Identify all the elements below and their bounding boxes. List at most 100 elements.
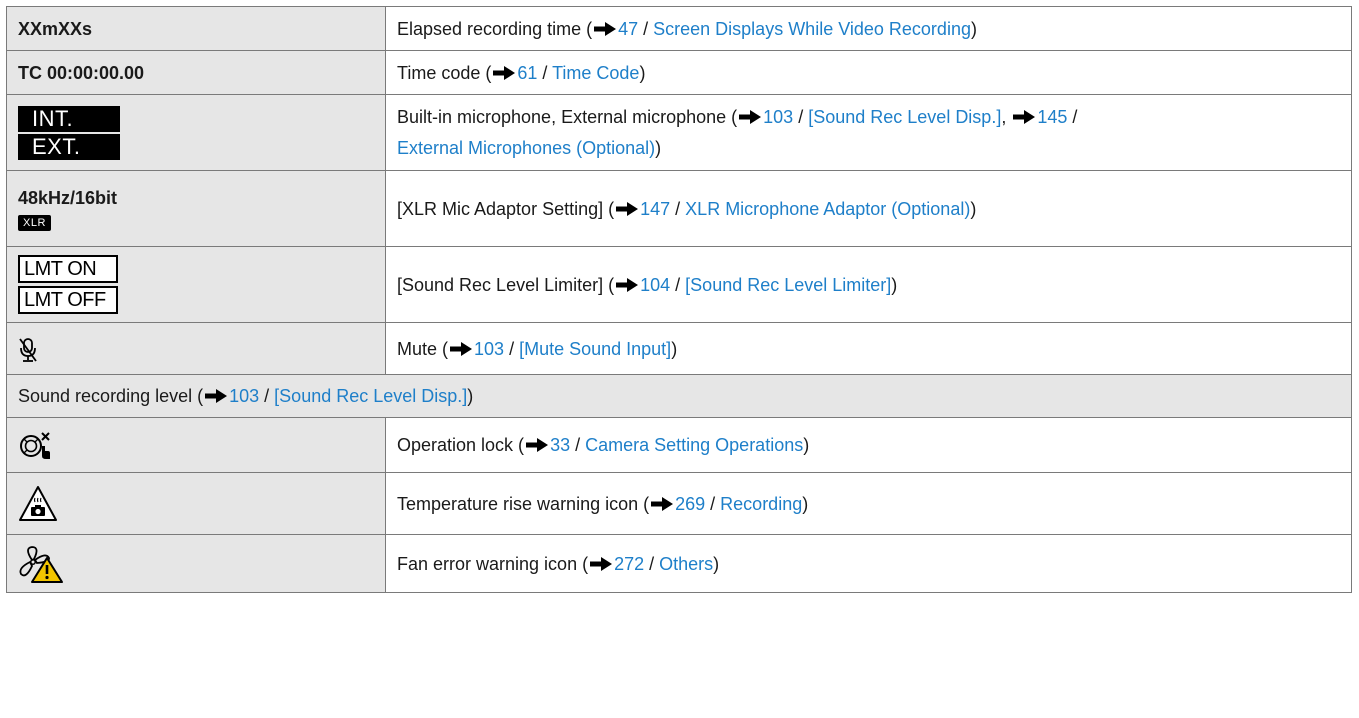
description-text: [Sound Rec Level Limiter] ( <box>397 274 615 295</box>
separator: / <box>638 18 654 39</box>
table-row: Temperature rise warning icon ( 269 / Rec… <box>6 472 1352 535</box>
page-link[interactable]: 47 <box>618 19 638 39</box>
section-link[interactable]: Camera Setting Operations <box>585 435 803 455</box>
icon-cell <box>6 417 386 473</box>
reference-table: XXmXXs Elapsed recording time ( 47 / Scre… <box>6 6 1352 593</box>
description-cell: Temperature rise warning icon ( 269 / Rec… <box>385 472 1352 535</box>
icon-cell <box>6 322 386 375</box>
arrow-right-icon <box>450 342 472 356</box>
closing-paren: ) <box>467 386 474 406</box>
closing-paren: ) <box>713 553 720 574</box>
fan-error-warning-icon <box>19 545 63 583</box>
arrow-right-icon <box>590 557 612 571</box>
table-row: 48kHz/16bit XLR [XLR Mic Adaptor Setting… <box>6 170 1352 247</box>
table-row: XXmXXs Elapsed recording time ( 47 / Scre… <box>6 6 1352 51</box>
page-link[interactable]: 103 <box>763 107 793 127</box>
section-link[interactable]: Others <box>659 554 713 574</box>
section-link[interactable]: External Microphones (Optional) <box>397 138 655 158</box>
arrow-right-icon <box>526 438 548 452</box>
table-row: Fan error warning icon (272 / Others) <box>6 534 1352 593</box>
table-row: INT. EXT. Built-in microphone, External … <box>6 94 1352 171</box>
closing-paren: ) <box>639 62 646 83</box>
section-link[interactable]: Time Code <box>552 63 639 83</box>
description-cell: [XLR Mic Adaptor Setting] ( 147 / XLR Mic… <box>385 170 1352 247</box>
description-text: Mute ( <box>397 338 449 359</box>
table-row: Mute ( 103 / [Mute Sound Input]) <box>6 322 1352 375</box>
operation-lock-icon <box>20 431 50 459</box>
description-text: Fan error warning icon ( <box>397 553 589 574</box>
limiter-on-indicator: LMT ON <box>18 255 118 283</box>
full-width-cell: Sound recording level ( 103 / [Sound Rec … <box>6 374 1352 418</box>
closing-paren: ) <box>970 18 977 39</box>
table-row: Operation lock (33 / Camera Setting Oper… <box>6 417 1352 473</box>
table-row: LMT ON LMT OFF [Sound Rec Level Limiter]… <box>6 246 1352 323</box>
icon-cell <box>6 534 386 593</box>
section-link[interactable]: [Sound Rec Level Limiter] <box>685 275 891 295</box>
time-code-indicator: TC 00:00:00.00 <box>18 62 145 83</box>
arrow-right-icon <box>616 202 638 216</box>
mic-mute-icon <box>19 337 37 362</box>
elapsed-time-indicator: XXmXXs <box>18 18 93 39</box>
description-text: [XLR Mic Adaptor Setting] ( <box>397 198 615 219</box>
external-mic-indicator: EXT. <box>18 133 120 160</box>
separator: / <box>1067 106 1078 127</box>
description-cell: Mute ( 103 / [Mute Sound Input]) <box>385 322 1352 375</box>
arrow-right-icon <box>493 66 515 80</box>
internal-mic-indicator: INT. <box>18 105 120 132</box>
description-cell: Operation lock (33 / Camera Setting Oper… <box>385 417 1352 473</box>
description-cell: Time code ( 61 / Time Code) <box>385 50 1352 95</box>
arrow-right-icon <box>739 110 761 124</box>
icon-cell <box>6 472 386 535</box>
description-cell: Elapsed recording time ( 47 / Screen Disp… <box>385 6 1352 51</box>
arrow-right-icon <box>205 389 227 403</box>
section-link[interactable]: Screen Displays While Video Recording <box>653 19 971 39</box>
closing-paren: ) <box>970 198 977 219</box>
page-link[interactable]: 61 <box>517 63 537 83</box>
section-link[interactable]: [Sound Rec Level Disp.] <box>808 107 1001 127</box>
separator: / <box>793 106 809 127</box>
limiter-off-indicator: LMT OFF <box>18 286 118 314</box>
arrow-right-icon <box>1013 110 1035 124</box>
page-link[interactable]: 145 <box>1037 107 1067 127</box>
icon-cell: LMT ON LMT OFF <box>6 246 386 323</box>
closing-paren: ) <box>803 435 810 455</box>
description-text: Sound recording level ( <box>18 386 204 406</box>
section-link[interactable]: XLR Microphone Adaptor (Optional) <box>685 199 970 219</box>
description-text: Elapsed recording time ( <box>397 18 593 39</box>
arrow-right-icon <box>616 278 638 292</box>
page-link[interactable]: 269 <box>675 494 705 514</box>
closing-paren: ) <box>891 274 898 295</box>
audio-format-indicator: 48kHz/16bit <box>18 187 118 208</box>
description-cell: Built-in microphone, External microphone… <box>385 94 1352 171</box>
icon-cell: XXmXXs <box>6 6 386 51</box>
separator: / <box>537 62 553 83</box>
section-link[interactable]: Recording <box>720 494 802 514</box>
temperature-warning-icon <box>19 485 57 521</box>
separator: / <box>504 338 520 359</box>
arrow-right-icon <box>651 497 673 511</box>
xlr-badge: XLR <box>18 214 51 231</box>
page-link[interactable]: 103 <box>229 386 259 406</box>
icon-cell: TC 00:00:00.00 <box>6 50 386 95</box>
table-row: TC 00:00:00.00 Time code ( 61 / Time Code… <box>6 50 1352 95</box>
page-link[interactable]: 147 <box>640 199 670 219</box>
page-link[interactable]: 103 <box>474 339 504 359</box>
separator: / <box>705 493 721 514</box>
section-link[interactable]: [Mute Sound Input] <box>519 339 671 359</box>
section-link[interactable]: [Sound Rec Level Disp.] <box>274 386 467 406</box>
description-text: Operation lock ( <box>397 435 525 455</box>
description-cell: [Sound Rec Level Limiter] (104 / [Sound … <box>385 246 1352 323</box>
page-link[interactable]: 272 <box>614 554 644 574</box>
separator: / <box>670 198 686 219</box>
description-text: Temperature rise warning icon ( <box>397 493 650 514</box>
description-cell: Fan error warning icon (272 / Others) <box>385 534 1352 593</box>
separator: , <box>1001 106 1012 127</box>
closing-paren: ) <box>671 338 678 359</box>
separator: / <box>259 386 275 406</box>
icon-cell: INT. EXT. <box>6 94 386 171</box>
table-row: Sound recording level ( 103 / [Sound Rec … <box>6 374 1352 418</box>
page-link[interactable]: 104 <box>640 275 670 295</box>
description-text: Time code ( <box>397 62 492 83</box>
page-link[interactable]: 33 <box>550 435 570 455</box>
closing-paren: ) <box>655 137 662 158</box>
